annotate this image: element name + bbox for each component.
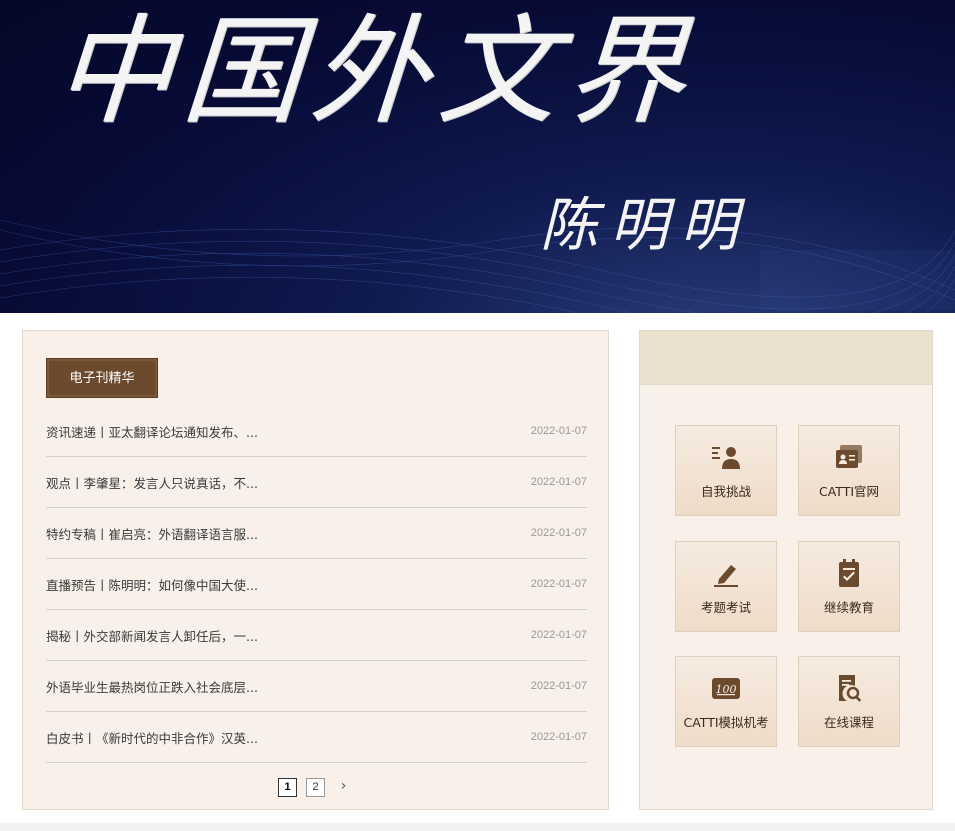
exam-pen-icon [714, 565, 738, 587]
banner-title: 中国外文界 [50, 2, 700, 140]
news-title[interactable]: 特约专稿丨崔启亮：外语翻译语言服... [46, 524, 258, 543]
list-item[interactable]: 直播预告丨陈明明：如何像中国大使... 2022-01-07 [46, 559, 587, 610]
news-title[interactable]: 资讯速递丨亚太翻译论坛通知发布、... [46, 422, 258, 441]
self-challenge-icon [712, 447, 740, 469]
list-item[interactable]: 揭秘丨外交部新闻发言人卸任后，一... 2022-01-07 [46, 610, 587, 661]
banner-author: 陈明明 [540, 191, 751, 259]
footer-divider [0, 823, 955, 831]
list-item[interactable]: 资讯速递丨亚太翻译论坛通知发布、... 2022-01-07 [46, 406, 587, 457]
page-1-button[interactable]: 1 [278, 778, 297, 797]
list-item[interactable]: 特约专稿丨崔启亮：外语翻译语言服... 2022-01-07 [46, 508, 587, 559]
tile-catti-mock-exam[interactable]: 100 CATTI模拟机考 [675, 656, 777, 747]
catti-site-icon [836, 445, 862, 468]
page-2-button[interactable]: 2 [306, 778, 325, 797]
news-date: 2022-01-07 [530, 425, 587, 437]
score-100-icon: 100 [712, 678, 740, 699]
news-panel: 电子刊精华 资讯速递丨亚太翻译论坛通知发布、... 2022-01-07 观点丨… [22, 330, 609, 810]
news-title[interactable]: 直播预告丨陈明明：如何像中国大使... [46, 575, 258, 594]
news-date: 2022-01-07 [530, 731, 587, 743]
tile-self-challenge[interactable]: 自我挑战 [675, 425, 777, 516]
course-search-icon [839, 675, 862, 702]
news-date: 2022-01-07 [530, 476, 587, 488]
list-item[interactable]: 外语毕业生最热岗位正跌入社会底层... 2022-01-07 [46, 661, 587, 712]
news-date: 2022-01-07 [530, 680, 587, 692]
news-title[interactable]: 观点丨李肇星：发言人只说真话，不... [46, 473, 258, 492]
list-item[interactable]: 白皮书丨《新时代的中非合作》汉英... 2022-01-07 [46, 712, 587, 763]
tile-label: CATTI官网 [818, 484, 880, 499]
news-title[interactable]: 揭秘丨外交部新闻发言人卸任后，一... [46, 626, 258, 645]
list-item[interactable]: 观点丨李肇星：发言人只说真话，不... 2022-01-07 [46, 457, 587, 508]
tile-label: 考题考试 [700, 600, 751, 615]
tile-label: CATTI模拟机考 [683, 715, 769, 730]
news-date: 2022-01-07 [530, 527, 587, 539]
quick-links-panel: 自我挑战 CATTI官网 考题考试 继续教育 100 CATTI模拟机考 在线课… [639, 330, 933, 810]
news-list: 资讯速递丨亚太翻译论坛通知发布、... 2022-01-07 观点丨李肇星：发言… [46, 406, 587, 763]
next-page-chevron-icon[interactable]: › [334, 778, 353, 797]
tile-catti-site[interactable]: CATTI官网 [798, 425, 900, 516]
tile-label: 在线课程 [823, 715, 874, 730]
news-date: 2022-01-07 [530, 629, 587, 641]
section-tab-ejournal[interactable]: 电子刊精华 [46, 358, 158, 398]
tile-label: 自我挑战 [700, 484, 751, 499]
tile-continuing-education[interactable]: 继续教育 [798, 541, 900, 632]
quick-links-header [640, 331, 932, 385]
tile-exam[interactable]: 考题考试 [675, 541, 777, 632]
clipboard-check-icon [839, 559, 859, 587]
news-date: 2022-01-07 [530, 578, 587, 590]
news-title[interactable]: 白皮书丨《新时代的中非合作》汉英... [46, 728, 258, 747]
header-banner: 中国外文界 陈明明 [0, 0, 955, 313]
pagination: 1 2 › [23, 778, 608, 797]
news-title[interactable]: 外语毕业生最热岗位正跌入社会底层... [46, 677, 258, 696]
tile-label: 继续教育 [823, 600, 874, 615]
tile-online-course[interactable]: 在线课程 [798, 656, 900, 747]
